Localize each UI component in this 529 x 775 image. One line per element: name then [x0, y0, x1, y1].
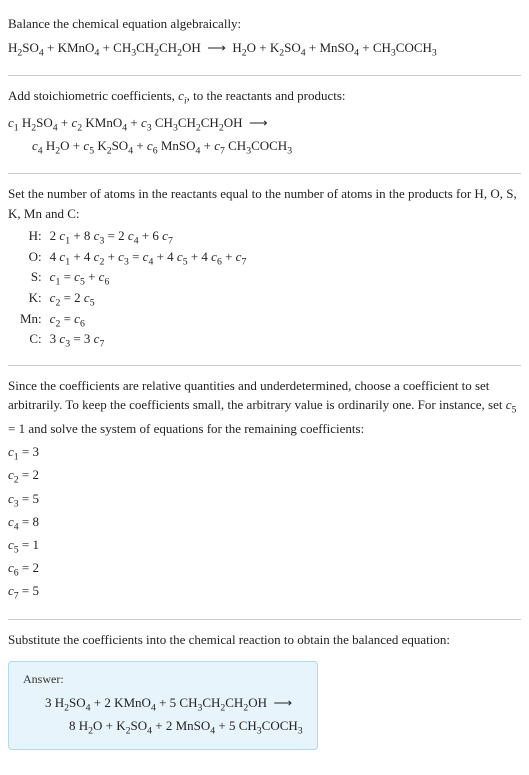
divider — [8, 365, 521, 366]
answer-line2: 8 H2O + K2SO4 + 2 MnSO4 + 5 CH3COCH3 — [69, 716, 303, 739]
answer-box: Answer: 3 H2SO4 + 2 KMnO4 + 5 CH3CH2CH2O… — [8, 661, 318, 750]
table-row: O: 4 c1 + 4 c2 + c3 = c4 + 4 c5 + 4 c6 +… — [16, 248, 250, 269]
substitute-section: Substitute the coefficients into the che… — [8, 624, 521, 757]
solve-intro: Since the coefficients are relative quan… — [8, 376, 521, 438]
coef-list: c1 = 3 c2 = 2 c3 = 5 c4 = 8 c5 = 1 c6 = … — [8, 442, 521, 605]
answer-formula: 3 H2SO4 + 2 KMnO4 + 5 CH3CH2CH2OH ⟶ 8 H2… — [45, 693, 303, 739]
atoms-section: Set the number of atoms in the reactants… — [8, 178, 521, 361]
atom-label: C: — [16, 330, 46, 351]
stoich-eq-line1: c1 H2SO4 + c2 KMnO4 + c3 CH3CH2CH2OH ⟶ — [8, 113, 521, 136]
atom-eq: c2 = 2 c5 — [46, 289, 251, 310]
atom-eq: 4 c1 + 4 c2 + c3 = c4 + 4 c5 + 4 c6 + c7 — [46, 248, 251, 269]
divider — [8, 173, 521, 174]
intro-section: Balance the chemical equation algebraica… — [8, 8, 521, 71]
intro-equation: H2SO4 + KMnO4 + CH3CH2CH2OH ⟶ H2O + K2SO… — [8, 38, 521, 61]
coef-item: c7 = 5 — [8, 581, 521, 604]
divider — [8, 619, 521, 620]
coef-item: c6 = 2 — [8, 558, 521, 581]
atom-label: H: — [16, 227, 46, 248]
table-row: Mn: c2 = c6 — [16, 310, 250, 331]
intro-text: Balance the chemical equation algebraica… — [8, 14, 521, 34]
atom-eq: 3 c3 = 3 c7 — [46, 330, 251, 351]
stoich-text-b: , to the reactants and products: — [187, 88, 346, 103]
stoich-text-a: Add stoichiometric coefficients, — [8, 88, 178, 103]
stoich-eq-line2: c4 H2O + c5 K2SO4 + c6 MnSO4 + c7 CH3COC… — [32, 136, 521, 159]
atom-label: Mn: — [16, 310, 46, 331]
ci-symbol: ci — [178, 88, 187, 103]
atom-label: S: — [16, 268, 46, 289]
table-row: C: 3 c3 = 3 c7 — [16, 330, 250, 351]
answer-label: Answer: — [23, 672, 303, 687]
coef-item: c4 = 8 — [8, 512, 521, 535]
atoms-intro: Set the number of atoms in the reactants… — [8, 184, 521, 223]
atom-eq: c2 = c6 — [46, 310, 251, 331]
stoich-section: Add stoichiometric coefficients, ci, to … — [8, 80, 521, 170]
eq-left: H2SO4 + KMnO4 + CH3CH2CH2OH ⟶ H2O + K2SO… — [8, 40, 437, 55]
subst-intro: Substitute the coefficients into the che… — [8, 630, 521, 650]
atoms-table: H: 2 c1 + 8 c3 = 2 c4 + 6 c7 O: 4 c1 + 4… — [16, 227, 250, 351]
solve-section: Since the coefficients are relative quan… — [8, 370, 521, 615]
divider — [8, 75, 521, 76]
table-row: H: 2 c1 + 8 c3 = 2 c4 + 6 c7 — [16, 227, 250, 248]
atom-eq: c1 = c5 + c6 — [46, 268, 251, 289]
table-row: K: c2 = 2 c5 — [16, 289, 250, 310]
coef-item: c3 = 5 — [8, 489, 521, 512]
atom-label: K: — [16, 289, 46, 310]
stoich-text: Add stoichiometric coefficients, ci, to … — [8, 86, 521, 109]
coef-item: c1 = 3 — [8, 442, 521, 465]
atom-eq: 2 c1 + 8 c3 = 2 c4 + 6 c7 — [46, 227, 251, 248]
stoich-equation: c1 H2SO4 + c2 KMnO4 + c3 CH3CH2CH2OH ⟶ c… — [8, 113, 521, 159]
coef-item: c2 = 2 — [8, 465, 521, 488]
answer-line1: 3 H2SO4 + 2 KMnO4 + 5 CH3CH2CH2OH ⟶ — [45, 693, 303, 716]
table-row: S: c1 = c5 + c6 — [16, 268, 250, 289]
coef-item: c5 = 1 — [8, 535, 521, 558]
atom-label: O: — [16, 248, 46, 269]
